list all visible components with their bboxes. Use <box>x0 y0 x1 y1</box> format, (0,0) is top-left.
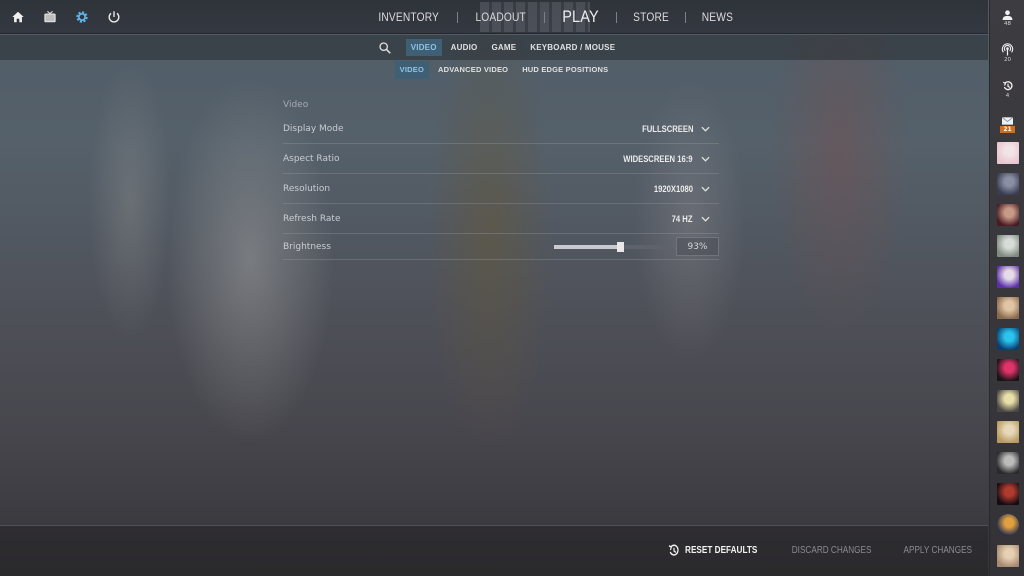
nav-divider <box>615 11 617 23</box>
recent-players-count: 4 <box>1005 93 1010 99</box>
recent-players-button[interactable]: 4 <box>990 80 1024 99</box>
reset-defaults-label: RESET DEFAULTS <box>685 545 758 556</box>
dropdown-value: 1920X1080 <box>653 183 693 194</box>
tab-keyboard-mouse[interactable]: KEYBOARD / MOUSE <box>525 39 620 56</box>
search-icon[interactable] <box>378 40 394 56</box>
settings-tab-bar: VIDEO AUDIO GAME KEYBOARD / MOUSE <box>0 35 988 60</box>
subtab-advanced-video[interactable]: ADVANCED VIDEO <box>433 61 513 79</box>
tv-icon[interactable] <box>42 9 58 25</box>
chevron-down-icon <box>701 126 710 132</box>
footer-bar: RESET DEFAULTS DISCARD CHANGES APPLY CHA… <box>0 526 988 576</box>
chevron-down-icon <box>701 216 710 222</box>
friend-avatar[interactable] <box>997 173 1019 195</box>
friend-avatar[interactable] <box>997 390 1019 412</box>
mail-button[interactable]: 21 <box>990 117 1024 133</box>
chevron-down-icon <box>701 186 710 192</box>
setting-row-aspect-ratio: Aspect Ratio WIDESCREEN 16:9 <box>283 144 719 174</box>
nav-divider <box>684 11 686 23</box>
slider-thumb[interactable] <box>617 241 625 252</box>
nav-play[interactable]: PLAY <box>550 7 610 27</box>
person-icon <box>1002 10 1013 20</box>
nav-divider <box>457 11 459 23</box>
brightness-control: 93% <box>554 237 719 256</box>
refresh-rate-dropdown[interactable]: 74 HZ <box>668 214 719 224</box>
slider-fill <box>554 244 621 249</box>
friend-avatar[interactable] <box>997 452 1019 474</box>
friend-avatar[interactable] <box>997 514 1019 536</box>
broadcasts-button[interactable]: 20 <box>990 43 1024 63</box>
friend-avatar[interactable] <box>997 204 1019 226</box>
subtab-video[interactable]: VIDEO <box>394 61 430 79</box>
video-settings-panel: Video Display Mode FULLSCREEN Aspect Rat… <box>283 96 719 260</box>
friends-sidebar: 48 20 4 21 <box>989 0 1024 576</box>
friend-avatar[interactable] <box>997 142 1019 164</box>
reset-history-icon <box>668 544 679 556</box>
friend-avatar[interactable] <box>997 235 1019 257</box>
broadcasts-count: 20 <box>1004 57 1011 63</box>
friend-avatar[interactable] <box>997 328 1019 350</box>
dropdown-value: 74 HZ <box>672 213 693 224</box>
nav-divider <box>543 11 545 23</box>
setting-label: Refresh Rate <box>283 213 341 224</box>
top-icon-group <box>10 9 122 25</box>
mail-icon <box>1002 117 1013 125</box>
setting-row-refresh-rate: Refresh Rate 74 HZ <box>283 204 719 234</box>
friend-avatar[interactable] <box>997 483 1019 505</box>
gear-icon[interactable] <box>74 9 90 25</box>
dropdown-value: FULLSCREEN <box>641 123 693 134</box>
friend-avatar[interactable] <box>997 359 1019 381</box>
setting-label: Resolution <box>283 183 331 194</box>
home-icon[interactable] <box>10 9 26 25</box>
friend-avatar[interactable] <box>997 545 1019 567</box>
setting-row-brightness: Brightness 93% <box>283 234 719 260</box>
setting-row-resolution: Resolution 1920X1080 <box>283 174 719 204</box>
main-nav: INVENTORY LOADOUT PLAY STORE NEWS <box>360 0 749 34</box>
tab-audio[interactable]: AUDIO <box>446 39 483 56</box>
dropdown-value: WIDESCREEN 16:9 <box>623 153 693 164</box>
nav-inventory[interactable]: INVENTORY <box>367 10 450 24</box>
brightness-value-input[interactable]: 93% <box>676 237 719 256</box>
section-title: Video <box>283 100 309 110</box>
broadcast-antenna-icon <box>1001 43 1014 56</box>
tab-game[interactable]: GAME <box>486 39 521 56</box>
nav-news[interactable]: NEWS <box>691 10 744 24</box>
top-bar: INVENTORY LOADOUT PLAY STORE NEWS <box>0 0 988 34</box>
setting-label: Display Mode <box>283 123 344 134</box>
power-icon[interactable] <box>106 9 122 25</box>
display-mode-dropdown[interactable]: FULLSCREEN <box>633 124 720 134</box>
discard-changes-button[interactable]: DISCARD CHANGES <box>792 545 872 556</box>
mail-count-badge: 21 <box>1000 126 1015 133</box>
friends-online-button[interactable]: 48 <box>990 10 1024 27</box>
brightness-slider[interactable] <box>554 241 666 252</box>
subtab-hud-edge-positions[interactable]: HUD EDGE POSITIONS <box>517 61 613 79</box>
setting-row-display-mode: Display Mode FULLSCREEN <box>283 114 719 144</box>
history-clock-icon <box>1002 81 1013 91</box>
resolution-dropdown[interactable]: 1920X1080 <box>647 184 719 194</box>
friends-online-count: 48 <box>1004 21 1011 27</box>
nav-loadout[interactable]: LOADOUT <box>465 10 538 24</box>
nav-store[interactable]: STORE <box>622 10 680 24</box>
friend-avatar[interactable] <box>997 421 1019 443</box>
chevron-down-icon <box>701 156 710 162</box>
friend-avatar[interactable] <box>997 266 1019 288</box>
tab-video[interactable]: VIDEO <box>405 39 442 56</box>
reset-defaults-button[interactable]: RESET DEFAULTS <box>668 543 758 558</box>
setting-label: Aspect Ratio <box>283 153 340 164</box>
friend-avatar[interactable] <box>997 297 1019 319</box>
aspect-ratio-dropdown[interactable]: WIDESCREEN 16:9 <box>611 154 719 164</box>
video-subtab-bar: VIDEO ADVANCED VIDEO HUD EDGE POSITIONS <box>0 61 988 79</box>
apply-changes-button[interactable]: APPLY CHANGES <box>904 545 973 556</box>
setting-label: Brightness <box>283 241 331 252</box>
